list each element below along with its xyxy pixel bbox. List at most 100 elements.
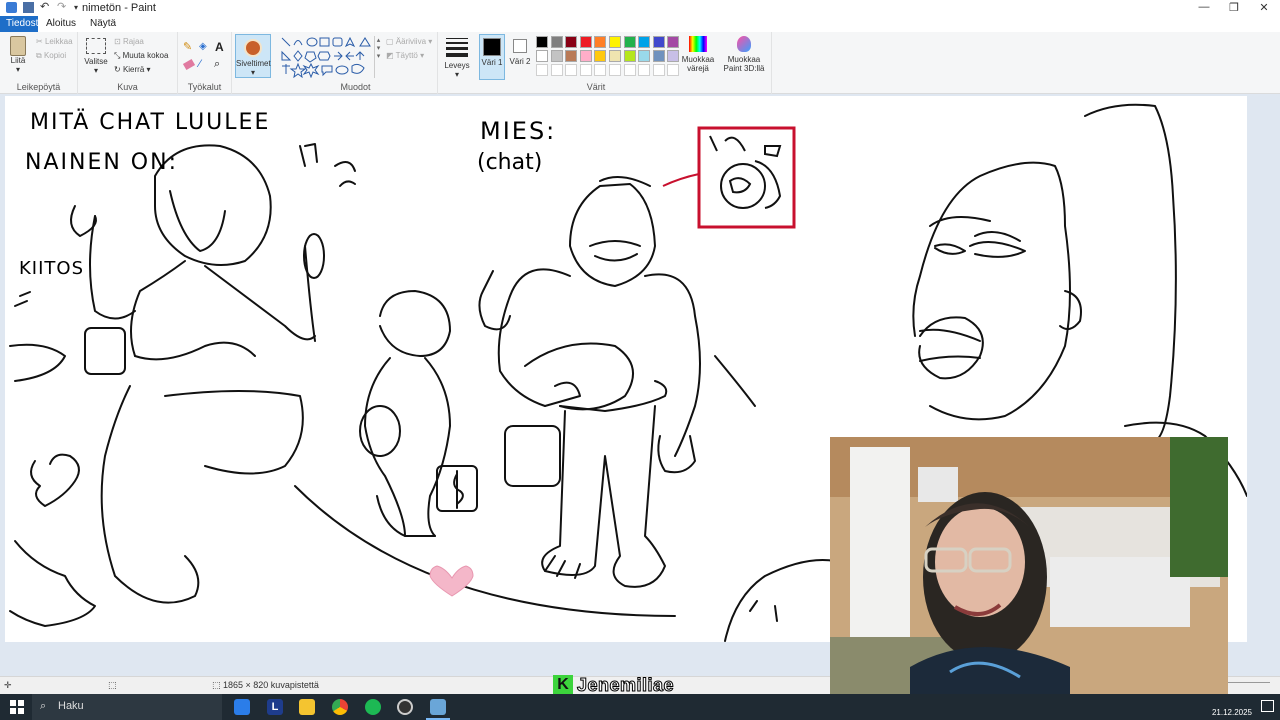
taskbar: ⌕ Haku L 21.12.2025 bbox=[0, 694, 1280, 720]
l-app-icon[interactable]: L bbox=[267, 699, 283, 715]
file-explorer-icon[interactable] bbox=[299, 699, 315, 715]
custom-color-slot[interactable] bbox=[565, 64, 578, 76]
paint-task-icon[interactable] bbox=[430, 699, 446, 715]
man-head-drawing bbox=[569, 183, 656, 287]
eraser-icon[interactable] bbox=[182, 58, 196, 71]
tab-home[interactable]: Aloitus bbox=[40, 16, 82, 32]
palette-swatch[interactable] bbox=[638, 50, 651, 62]
restore-icon[interactable]: ❐ bbox=[1226, 1, 1242, 14]
fill-button[interactable]: ◩ Täyttö ▾ bbox=[386, 51, 424, 60]
paste-button[interactable]: Liitä ▾ bbox=[6, 36, 30, 74]
custom-color-slot[interactable] bbox=[550, 64, 563, 76]
quick-access-toolbar: ↶ ↷ ▾ bbox=[6, 2, 85, 13]
color-picker-icon[interactable]: ⁄ bbox=[199, 58, 201, 70]
custom-color-slot[interactable] bbox=[623, 64, 636, 76]
palette-swatch[interactable] bbox=[550, 50, 563, 62]
custom-color-slot[interactable] bbox=[638, 64, 651, 76]
select-icon bbox=[86, 38, 106, 54]
paint3d-icon bbox=[737, 36, 751, 52]
brush-icon bbox=[244, 39, 262, 57]
paint3d-button[interactable]: Muokkaa Paint 3D:llä bbox=[722, 36, 766, 73]
caption-mies: MIES: bbox=[480, 117, 556, 145]
select-button[interactable]: Valitse ▾ bbox=[82, 38, 110, 75]
tab-file[interactable]: Tiedosto bbox=[0, 16, 44, 32]
copy-button[interactable]: ⧉ Kopioi bbox=[36, 51, 66, 61]
palette-swatch[interactable] bbox=[652, 36, 665, 48]
palette-swatch[interactable] bbox=[667, 36, 680, 48]
palette-swatch[interactable] bbox=[565, 50, 578, 62]
clipboard-group-label: Leikepöytä bbox=[16, 82, 61, 92]
windows-start-icon[interactable] bbox=[10, 700, 24, 714]
custom-color-slot[interactable] bbox=[609, 64, 621, 76]
palette-swatch[interactable] bbox=[594, 36, 607, 48]
palette-swatch[interactable] bbox=[550, 36, 563, 48]
taskbar-clock[interactable]: 21.12.2025 bbox=[1212, 695, 1252, 718]
save-icon[interactable] bbox=[23, 2, 34, 13]
spotify-icon[interactable] bbox=[365, 699, 381, 715]
palette-swatch[interactable] bbox=[579, 36, 592, 48]
undo-icon[interactable]: ↶ bbox=[40, 2, 51, 13]
colors-group-label: Värit bbox=[586, 82, 606, 92]
minimize-icon[interactable]: — bbox=[1196, 1, 1212, 13]
color1-swatch bbox=[483, 38, 501, 56]
cut-button[interactable]: ✂ Leikkaa bbox=[36, 37, 73, 46]
streamer-name-overlay: K Jenemiliae bbox=[553, 674, 674, 696]
palette-swatch[interactable] bbox=[609, 36, 621, 48]
palette-swatch[interactable] bbox=[638, 36, 651, 48]
rainbow-icon bbox=[689, 36, 707, 52]
window-title: nimetön - Paint bbox=[82, 2, 156, 14]
caption-kiitos: KIITOS bbox=[19, 258, 84, 279]
taskbar-search[interactable]: ⌕ Haku bbox=[32, 694, 222, 720]
color1-button[interactable]: Väri 1 bbox=[479, 34, 505, 80]
palette-swatch[interactable] bbox=[623, 36, 636, 48]
edit-colors-button[interactable]: Muokkaa värejä bbox=[680, 36, 716, 73]
custom-color-slot[interactable] bbox=[594, 64, 607, 76]
ribbon-tabs: Tiedosto Aloitus Näytä bbox=[0, 16, 1280, 32]
webcam-overlay bbox=[830, 437, 1228, 700]
shapes-group-label: Muodot bbox=[340, 82, 371, 92]
pencil-icon[interactable]: ✎ bbox=[183, 42, 193, 53]
custom-color-slot[interactable] bbox=[652, 64, 665, 76]
palette-swatch[interactable] bbox=[536, 36, 548, 48]
fill-icon[interactable]: ◈ bbox=[199, 42, 209, 52]
rotate-button[interactable]: ↻ Kierrä ▾ bbox=[114, 65, 151, 74]
shapes-group: ▴ ▾ ▾ ▢ Ääriviiva ▾ ◩ Täyttö ▾ Muodot bbox=[274, 32, 438, 94]
image-group-label: Kuva bbox=[117, 82, 138, 92]
palette-swatch[interactable] bbox=[609, 50, 621, 62]
cursor-position-icon: ✛ bbox=[4, 680, 12, 690]
chrome-icon[interactable] bbox=[332, 699, 348, 715]
palette-swatch[interactable] bbox=[579, 50, 592, 62]
custom-color-slot[interactable] bbox=[579, 64, 592, 76]
palette-swatch[interactable] bbox=[667, 50, 680, 62]
text-icon[interactable]: A bbox=[215, 40, 224, 54]
magnifier-icon[interactable]: ⌕ bbox=[214, 58, 220, 71]
close-icon[interactable]: ✕ bbox=[1256, 1, 1272, 14]
redo-icon[interactable]: ↷ bbox=[57, 2, 68, 13]
palette-swatch[interactable] bbox=[623, 50, 636, 62]
notifications-icon[interactable] bbox=[1261, 700, 1274, 712]
mail-app-icon[interactable] bbox=[234, 699, 250, 715]
shapes-scroll[interactable]: ▴ ▾ ▾ bbox=[374, 36, 382, 78]
obs-icon[interactable] bbox=[397, 699, 413, 715]
resize-button[interactable]: ⤡ Muuta kokoa bbox=[114, 51, 168, 61]
tab-view[interactable]: Näytä bbox=[84, 16, 122, 32]
custom-color-slot[interactable] bbox=[667, 64, 680, 76]
custom-color-slot[interactable] bbox=[536, 64, 548, 76]
color2-button[interactable]: Väri 2 bbox=[508, 34, 532, 66]
ribbon: Liitä ▾ ✂ Leikkaa ⧉ Kopioi Leikepöytä Va… bbox=[0, 32, 1280, 94]
clipboard-icon bbox=[10, 36, 26, 56]
color-palette[interactable] bbox=[536, 36, 686, 80]
palette-swatch[interactable] bbox=[652, 50, 665, 62]
brushes-button[interactable]: Siveltimet ▾ bbox=[235, 34, 271, 78]
palette-swatch[interactable] bbox=[536, 50, 548, 62]
palette-swatch[interactable] bbox=[565, 36, 578, 48]
crop-button[interactable]: ⊡ Rajaa bbox=[114, 37, 144, 46]
image-group: Valitse ▾ ⊡ Rajaa ⤡ Muuta kokoa ↻ Kierrä… bbox=[78, 32, 178, 94]
size-button[interactable]: Leveys ▾ bbox=[442, 36, 472, 79]
color2-swatch bbox=[513, 39, 527, 53]
palette-swatch[interactable] bbox=[594, 50, 607, 62]
shapes-gallery[interactable] bbox=[280, 36, 380, 78]
chevron-down-icon: ▾ bbox=[93, 66, 98, 75]
outline-button[interactable]: ▢ Ääriviiva ▾ bbox=[386, 37, 432, 46]
chevron-down-icon: ▾ bbox=[15, 65, 20, 74]
